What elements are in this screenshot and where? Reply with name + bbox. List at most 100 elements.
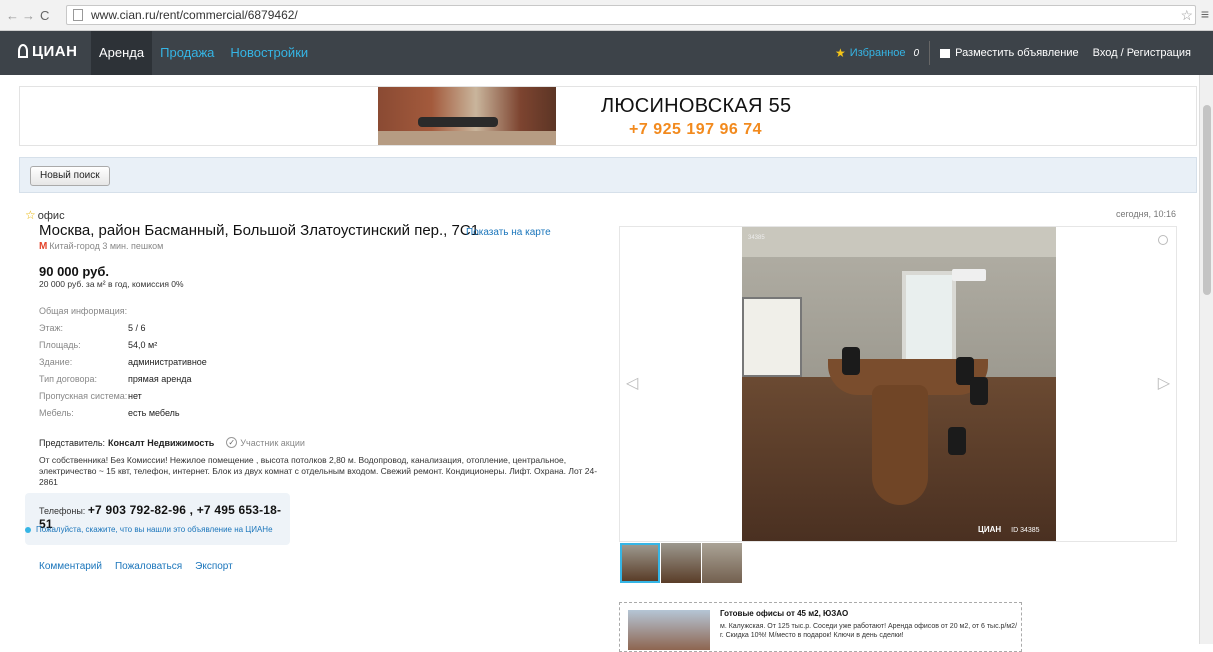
photo-chair	[948, 427, 966, 455]
watermark-id: ID 34385	[1011, 527, 1040, 534]
info-key: Мебель:	[39, 408, 74, 418]
favorites-link[interactable]: ★ Избранное 0	[835, 46, 919, 60]
thumbnail-3[interactable]	[702, 543, 742, 583]
metro-info: М Китай-город 3 мин. пешком	[39, 241, 163, 252]
browser-toolbar: ← → C www.cian.ru/rent/commercial/687946…	[0, 0, 1213, 31]
main-photo[interactable]: 34385 ЦИАН ID 34385	[742, 227, 1056, 541]
listing-price: 90 000 руб.	[39, 264, 110, 279]
bookmark-star-icon[interactable]: ☆	[1180, 7, 1193, 24]
export-link[interactable]: Экспорт	[195, 561, 233, 572]
share-icon[interactable]	[1158, 235, 1168, 245]
nav-sale[interactable]: Продажа	[152, 31, 222, 75]
info-value: прямая аренда	[128, 374, 192, 384]
back-icon[interactable]: ←	[6, 8, 19, 23]
info-value: 5 / 6	[128, 323, 146, 333]
comment-link[interactable]: Комментарий	[39, 561, 102, 572]
nav-new-buildings[interactable]: Новостройки	[222, 31, 316, 75]
listing-actions: Комментарий Пожаловаться Экспорт	[39, 561, 246, 572]
post-ad-label: Разместить объявление	[955, 47, 1079, 59]
listing-address: Москва, район Басманный, Большой Златоус…	[39, 222, 480, 239]
phones-label: Телефоны:	[39, 506, 86, 516]
info-key: Пропускная система:	[39, 391, 128, 401]
info-key: Здание:	[39, 357, 73, 367]
ad-text: м. Калужская. От 125 тыс.р. Соседи уже р…	[720, 623, 1018, 639]
photo-chair	[842, 347, 860, 375]
prev-photo-icon[interactable]: ◁	[626, 373, 638, 393]
photo-desk-extension	[872, 385, 928, 505]
info-dot-icon	[25, 526, 31, 533]
info-key: Тип договора:	[39, 374, 98, 384]
info-row: Площадь: 54,0 м²	[39, 337, 207, 354]
add-favorite-star-icon[interactable]: ☆	[25, 208, 36, 222]
ad-title[interactable]: Готовые офисы от 45 м2, ЮЗАО	[720, 609, 848, 618]
show-on-map-link[interactable]: Показать на карте	[466, 227, 551, 238]
photo-watermark: ЦИАН ID 34385	[978, 525, 1040, 534]
promo-badge: ✓ Участник акции	[226, 437, 305, 448]
agent-name[interactable]: Консалт Недвижимость	[108, 438, 214, 448]
scrollbar-thumb[interactable]	[1203, 105, 1211, 295]
logo-text: ЦИАН	[32, 43, 78, 60]
info-row: Этаж: 5 / 6	[39, 320, 207, 337]
favorites-label: Избранное	[849, 47, 906, 59]
info-row: Пропускная система: нет	[39, 388, 207, 405]
ad-image	[628, 610, 710, 650]
metro-text: Китай-город 3 мин. пешком	[49, 241, 164, 251]
info-table: Этаж: 5 / 6 Площадь: 54,0 м² Здание: адм…	[39, 320, 207, 422]
photo-window	[902, 271, 956, 367]
login-link[interactable]: Вход / Регистрация	[1093, 47, 1191, 59]
info-value: есть мебель	[128, 408, 180, 418]
phone-note-text: Пожалуйста, скажите, что вы нашли это об…	[36, 525, 273, 534]
photo-corner-id: 34385	[748, 235, 765, 241]
banner-photo	[378, 87, 556, 145]
nav-rent[interactable]: Аренда	[91, 31, 153, 75]
photo-thumbnails	[620, 543, 743, 583]
post-ad-link[interactable]: Разместить объявление	[940, 47, 1079, 59]
search-bar: Новый поиск	[19, 157, 1197, 193]
thumbnail-1[interactable]	[620, 543, 660, 583]
photo-chair	[970, 377, 988, 405]
site-logo[interactable]: ЦИАН	[18, 43, 77, 60]
info-row: Мебель: есть мебель	[39, 405, 207, 422]
new-search-button[interactable]: Новый поиск	[30, 166, 110, 186]
photo-air-conditioner	[952, 269, 986, 281]
info-row: Здание: административное	[39, 354, 207, 371]
next-photo-icon[interactable]: ▷	[1158, 373, 1170, 393]
watermark-logo: ЦИАН	[978, 525, 1002, 534]
header-divider	[929, 41, 931, 65]
logo-mark-icon	[18, 44, 28, 58]
info-value: 54,0 м²	[128, 340, 158, 350]
sidebar-ad[interactable]: Готовые офисы от 45 м2, ЮЗАО м. Калужска…	[619, 602, 1022, 652]
page-scrollbar[interactable]	[1199, 75, 1213, 644]
agent-info: Представитель: Консалт Недвижимость ✓ Уч…	[39, 437, 305, 448]
ad-banner[interactable]: ЛЮСИНОВСКАЯ 55 +7 925 197 96 74	[19, 86, 1197, 146]
info-key: Площадь:	[39, 340, 81, 350]
main-nav: Аренда Продажа Новостройки	[91, 31, 316, 75]
address-bar[interactable]: www.cian.ru/rent/commercial/6879462/	[66, 5, 1196, 25]
site-header: ЦИАН Аренда Продажа Новостройки ★ Избран…	[0, 31, 1213, 75]
banner-title: ЛЮСИНОВСКАЯ 55	[601, 95, 792, 117]
promo-label: Участник акции	[240, 437, 305, 448]
listing-type-label: офис	[37, 210, 65, 222]
header-user-area: ★ Избранное 0 Разместить объявление Вход…	[835, 31, 1191, 75]
browser-menu-icon[interactable]: ≡	[1201, 6, 1209, 22]
favorites-star-icon: ★	[835, 46, 846, 60]
info-value: административное	[128, 357, 207, 367]
reload-icon[interactable]: C	[40, 8, 49, 23]
listing-description: От собственника! Без Комиссии! Нежилое п…	[39, 455, 598, 487]
photo-whiteboard	[742, 297, 802, 377]
info-row: Тип договора: прямая аренда	[39, 371, 207, 388]
agent-label: Представитель:	[39, 437, 106, 448]
thumbnail-2[interactable]	[661, 543, 701, 583]
banner-phone: +7 925 197 96 74	[629, 121, 763, 138]
banner-photo-floor	[378, 131, 556, 145]
info-key: Этаж:	[39, 323, 64, 333]
photo-ceiling	[742, 227, 1056, 257]
complain-link[interactable]: Пожаловаться	[115, 561, 182, 572]
post-ad-icon	[940, 48, 951, 58]
listing-type: ☆ офис	[25, 208, 65, 222]
photo-gallery: ◁ ▷ 34385 ЦИАН ID 34385	[619, 226, 1177, 542]
url-text: www.cian.ru/rent/commercial/6879462/	[91, 8, 298, 22]
forward-icon[interactable]: →	[22, 8, 35, 23]
banner-photo-table	[418, 117, 498, 127]
info-value: нет	[128, 391, 142, 401]
